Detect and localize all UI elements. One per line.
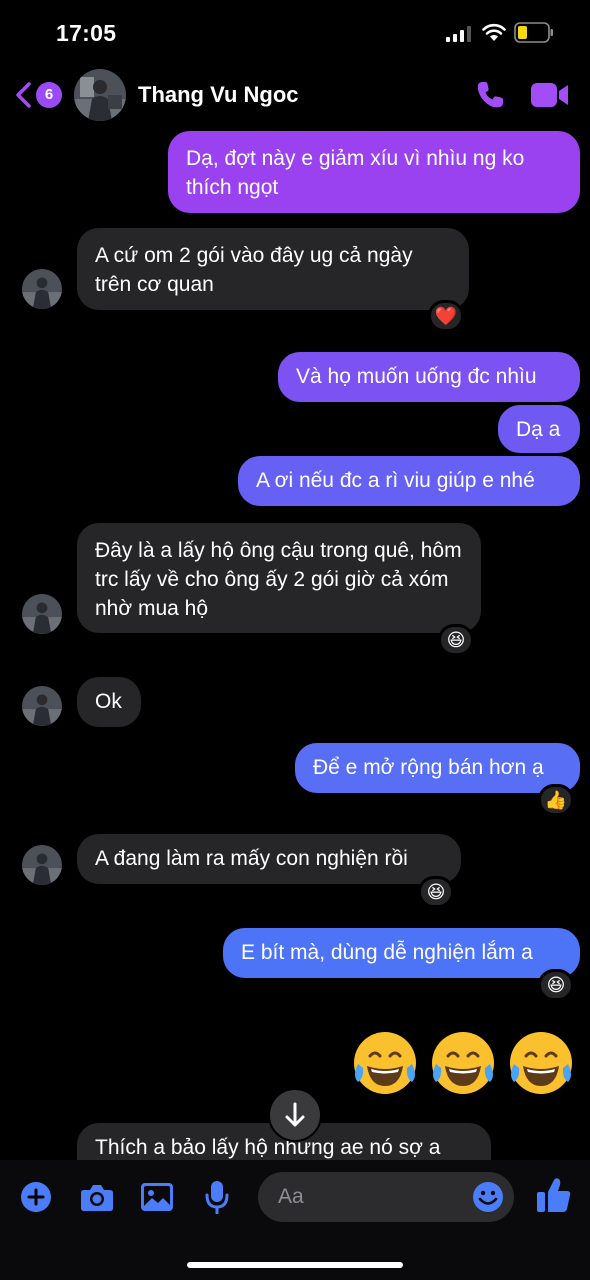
photo-gallery-icon[interactable] xyxy=(140,1182,174,1212)
thumbs-up-icon[interactable] xyxy=(536,1176,572,1214)
back-button[interactable]: 6 xyxy=(14,76,66,112)
message-input-container[interactable] xyxy=(258,1172,514,1222)
reaction-laugh[interactable]: 😆 xyxy=(538,969,574,1001)
reaction-thumbs-up[interactable]: 👍 xyxy=(538,784,574,816)
incoming-message[interactable]: Đây là a lấy hộ ông cậu trong quê, hôm t… xyxy=(77,523,481,633)
incoming-message[interactable]: A đang làm ra mấy con nghiện rồi xyxy=(77,834,461,884)
battery-icon xyxy=(514,22,553,43)
message-input[interactable] xyxy=(278,1172,468,1222)
outgoing-message[interactable]: Dạ a xyxy=(498,405,580,453)
reaction-heart[interactable]: ❤️ xyxy=(428,300,464,332)
status-time: 17:05 xyxy=(56,20,117,46)
outgoing-message[interactable]: Dạ, đợt này e giảm xíu vì nhìu ng ko thí… xyxy=(168,131,580,213)
scroll-to-bottom-button[interactable] xyxy=(268,1088,322,1142)
sender-avatar[interactable] xyxy=(22,594,62,634)
outgoing-message[interactable]: Và họ muốn uống đc nhìu xyxy=(278,352,580,402)
message-list[interactable]: Dạ, đợt này e giảm xíu vì nhìu ng ko thí… xyxy=(0,128,590,1160)
arrow-down-icon xyxy=(285,1102,305,1127)
emoji-picker-icon[interactable] xyxy=(472,1181,504,1213)
incoming-message[interactable]: Ok xyxy=(77,677,141,727)
home-indicator xyxy=(187,1262,403,1268)
plus-circle-icon[interactable] xyxy=(20,1181,52,1213)
reaction-laugh[interactable]: 😆 xyxy=(418,876,454,908)
microphone-icon[interactable] xyxy=(204,1180,230,1214)
contact-name[interactable]: Thang Vu Ngoc xyxy=(138,82,299,108)
outgoing-message[interactable]: E bít mà, dùng dễ nghiện lắm a xyxy=(223,928,580,978)
chevron-left-icon xyxy=(16,82,31,108)
status-bar: 17:05 xyxy=(0,0,590,66)
message-composer xyxy=(0,1160,590,1280)
contact-avatar[interactable] xyxy=(74,69,126,121)
outgoing-message[interactable]: Để e mở rộng bán hơn ạ xyxy=(295,743,580,793)
sender-avatar[interactable] xyxy=(22,686,62,726)
unread-badge: 6 xyxy=(36,82,62,108)
outgoing-message[interactable]: A ơi nếu đc a rì viu giúp e nhé xyxy=(238,456,580,506)
phone-call-icon[interactable] xyxy=(474,79,506,111)
sender-avatar[interactable] xyxy=(22,845,62,885)
video-call-icon[interactable] xyxy=(530,81,570,109)
large-emoji-message[interactable] xyxy=(350,1028,580,1100)
laughing-tears-emoji-icon xyxy=(432,1032,494,1094)
chat-header: 6 Thang Vu Ngoc xyxy=(0,66,590,128)
camera-icon[interactable] xyxy=(80,1182,114,1212)
reaction-laugh[interactable]: 😆 xyxy=(438,624,474,656)
laughing-tears-emoji-icon xyxy=(510,1032,572,1094)
wifi-icon xyxy=(482,23,506,41)
laughing-tears-emoji-icon xyxy=(354,1032,416,1094)
incoming-message[interactable]: A cứ om 2 gói vào đây ug cả ngày trên cơ… xyxy=(77,228,469,310)
cellular-signal-icon xyxy=(446,26,471,42)
sender-avatar[interactable] xyxy=(22,269,62,309)
